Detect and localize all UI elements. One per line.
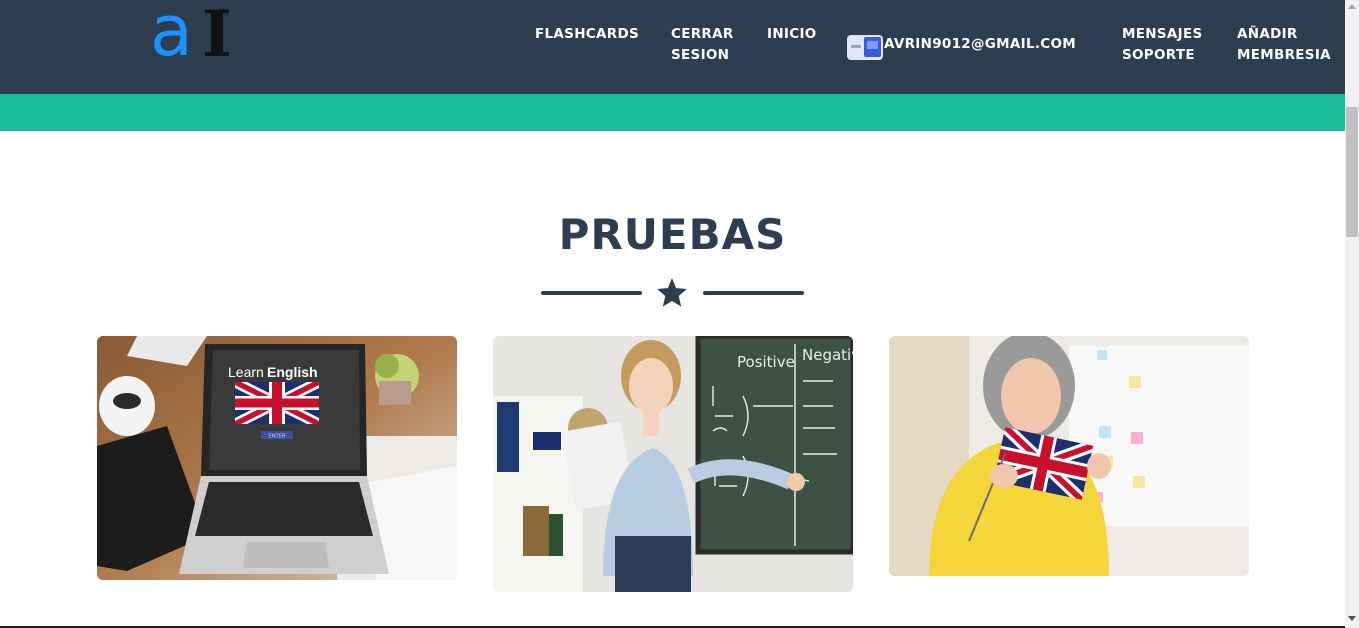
avatar-detail xyxy=(851,45,861,48)
scrollbar-thumb[interactable] xyxy=(1346,107,1358,237)
nav-flashcards-label: FLASHCARDS xyxy=(535,26,639,42)
laptop-image: Learn English ENTER xyxy=(97,336,457,580)
nav-anadir-label-2: MEMBRESIA xyxy=(1237,47,1331,63)
card-teacher-chalkboard[interactable]: Positive Negative xyxy=(493,336,853,592)
logo[interactable]: a I xyxy=(150,0,240,70)
avatar-screen-inner xyxy=(867,41,878,49)
board-text-positive: Positive xyxy=(737,353,795,371)
star-icon xyxy=(657,278,687,307)
laptop-screen-text-1: Learn xyxy=(228,364,264,380)
nav-mensajes-label-1: MENSAJES xyxy=(1122,26,1203,42)
nav-mensajes-label-2: SOPORTE xyxy=(1122,47,1195,63)
scroll-up-arrow-icon[interactable] xyxy=(1345,0,1359,14)
nav-anadir-label-1: AÑADIR xyxy=(1237,26,1298,42)
logo-letter-a: a xyxy=(150,0,193,72)
nav-inicio[interactable]: INICIO xyxy=(767,24,817,45)
page-title: PRUEBAS xyxy=(558,210,787,259)
scroll-down-arrow-icon[interactable] xyxy=(1345,612,1359,626)
nav-user-email[interactable]: AVRIN9012@GMAIL.COM xyxy=(884,34,1076,55)
nav-cerrar-label-1: CERRAR xyxy=(671,26,734,42)
laptop-screen-text-2: English xyxy=(267,364,318,380)
divider-right xyxy=(703,291,804,295)
nav-anadir-membresia[interactable]: AÑADIR MEMBRESIA xyxy=(1237,24,1331,66)
nav-cerrar-label-2: SESION xyxy=(671,47,730,63)
card-woman-uk-flag[interactable] xyxy=(889,336,1249,576)
laptop-enter-button: ENTER xyxy=(269,434,286,440)
avatar-icon[interactable] xyxy=(847,35,883,60)
nav-inicio-label: INICIO xyxy=(767,26,817,42)
divider-left xyxy=(541,291,642,295)
teacher-image: Positive Negative xyxy=(493,336,853,592)
accent-band xyxy=(0,94,1345,131)
nav-user-email-label: AVRIN9012@GMAIL.COM xyxy=(884,36,1077,52)
board-text-negative: Negative xyxy=(802,346,853,364)
nav-cerrar-sesion[interactable]: CERRAR SESION xyxy=(671,24,734,66)
vertical-scrollbar[interactable] xyxy=(1345,0,1359,628)
nav-flashcards[interactable]: FLASHCARDS xyxy=(535,24,639,45)
card-laptop-learn-english[interactable]: Learn English ENTER xyxy=(97,336,457,580)
woman-flag-image xyxy=(889,336,1249,576)
navbar: a I FLASHCARDS CERRAR SESION INICIO AVRI… xyxy=(0,0,1345,94)
nav-mensajes-soporte[interactable]: MENSAJES SOPORTE xyxy=(1122,24,1203,66)
logo-letter-i: I xyxy=(202,0,232,72)
